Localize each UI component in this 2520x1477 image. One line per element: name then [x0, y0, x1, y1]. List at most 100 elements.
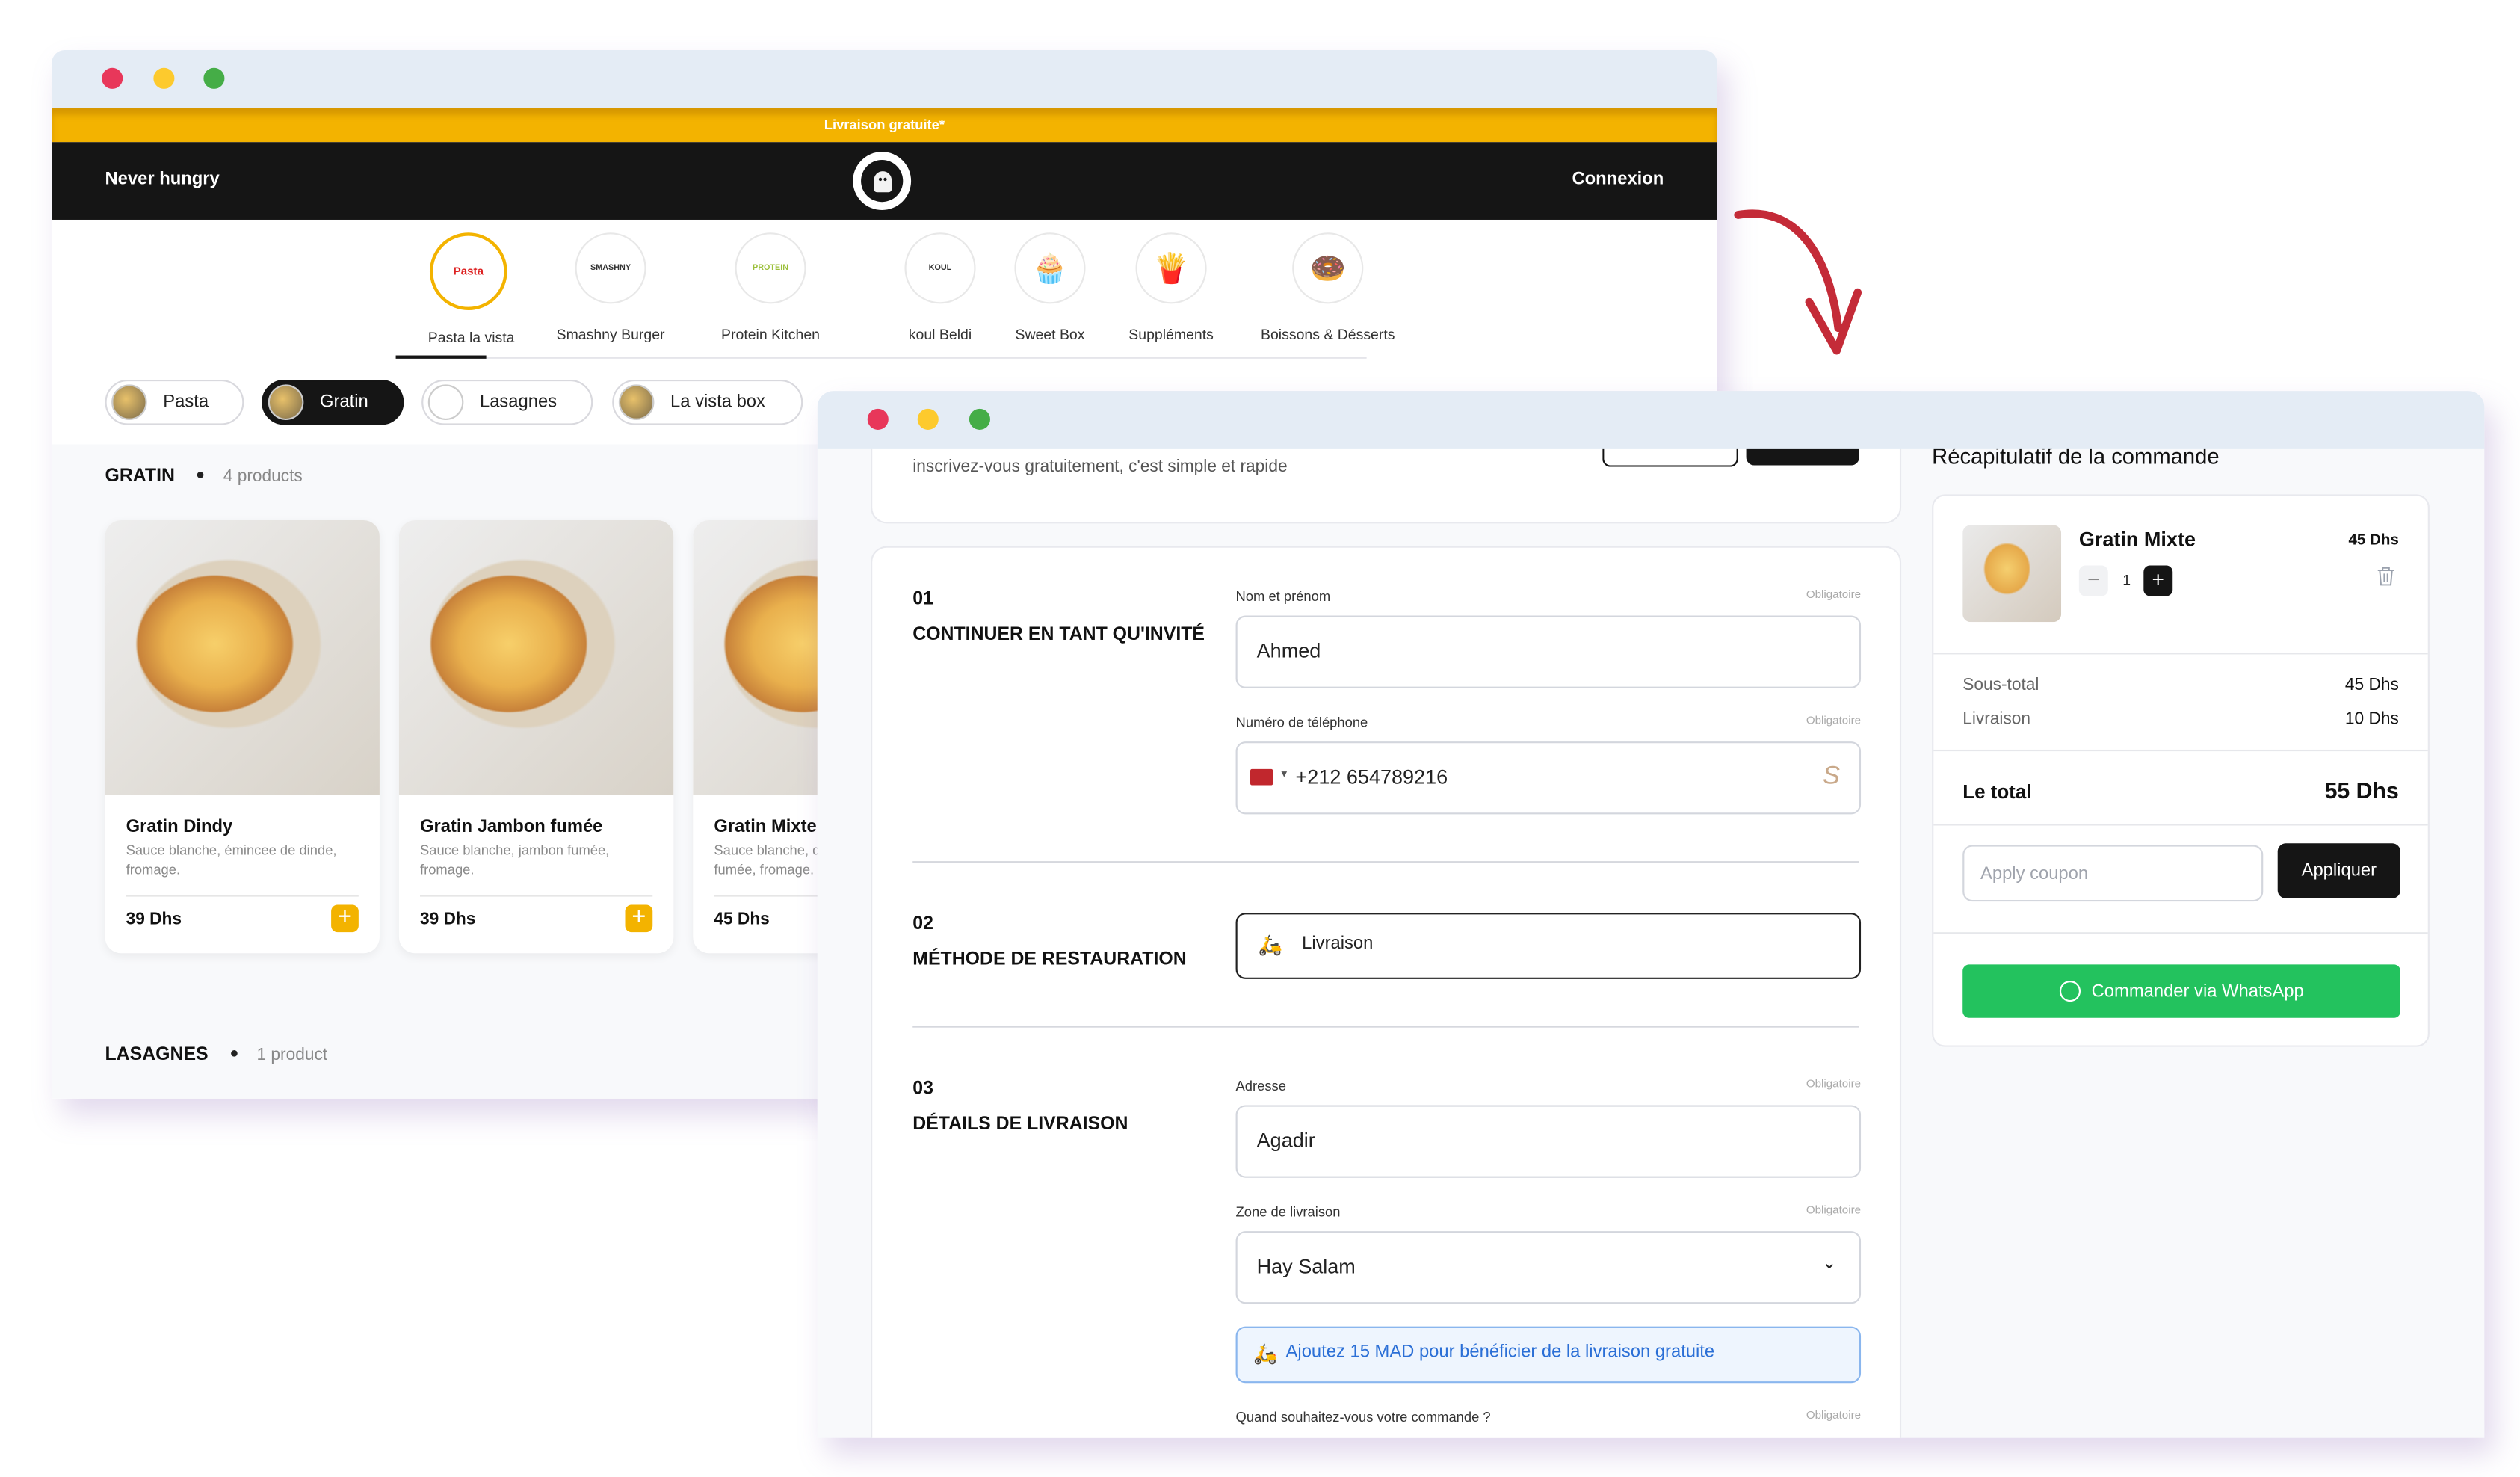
product-image: [398, 520, 674, 795]
menu-window-titlebar: [52, 50, 1717, 108]
category-thumb-icon: [618, 384, 655, 420]
subtotal-value: 45 Dhs: [2344, 675, 2399, 695]
maximize-window-button[interactable]: [969, 408, 990, 430]
zone-value: Hay Salam: [1256, 1255, 1356, 1278]
increase-quantity-button[interactable]: +: [2143, 565, 2173, 596]
product-card[interactable]: Gratin Jambon fumée Sauce blanche, jambo…: [398, 520, 674, 954]
total-value: 55 Dhs: [2324, 777, 2399, 804]
delivery-method-option[interactable]: 🛵 Livraison: [1235, 913, 1862, 979]
divider: [912, 861, 1859, 863]
trash-icon[interactable]: [2377, 566, 2396, 587]
step-number: 01: [912, 589, 933, 609]
cupcake-icon: 🧁: [1014, 232, 1086, 304]
section-title-gratin: GRATIN 4 products: [105, 467, 302, 487]
brand-logo-icon: SMASHNY: [575, 232, 646, 304]
password-manager-icon[interactable]: S: [1823, 762, 1840, 792]
field-label: Zone de livraison: [1235, 1203, 1341, 1220]
category-thumb-icon: [268, 384, 304, 420]
stage: Livraison gratuite* Never hungry Connexi…: [0, 0, 2520, 1477]
delivery-label: Livraison: [1962, 709, 2031, 729]
subtotal-label: Sous-total: [1962, 675, 2039, 695]
ghost-food-logo-icon[interactable]: [853, 152, 912, 210]
brand-tab-protein-kitchen[interactable]: PROTEIN Protein Kitchen: [706, 232, 836, 342]
product-name: Gratin Dindy: [126, 817, 233, 837]
category-thumb-icon: [111, 384, 147, 420]
free-delivery-notice: 🛵 Ajoutez 15 MAD pour bénéficier de la l…: [1235, 1326, 1862, 1384]
brand-name[interactable]: Never hungry: [105, 170, 219, 189]
whatsapp-label: Commander via WhatsApp: [2091, 981, 2304, 1002]
navbar: Never hungry Connexion: [52, 142, 1717, 220]
close-window-button[interactable]: [102, 67, 123, 89]
total-label: Le total: [1962, 780, 2032, 804]
promo-banner: Livraison gratuite*: [52, 108, 1717, 143]
required-label: Obligatoire: [1806, 1410, 1862, 1422]
product-description: Sauce blanche, jambon fumée, fromage.: [419, 842, 610, 878]
brand-tab-sweet-box[interactable]: 🧁 Sweet Box: [986, 232, 1115, 342]
morocco-flag-icon[interactable]: [1250, 768, 1273, 786]
chevron-down-icon: ⌄: [1821, 1254, 1837, 1274]
section-count: 1 product: [256, 1045, 328, 1065]
delivery-value: 10 Dhs: [2344, 709, 2399, 729]
brand-label: Protein Kitchen: [721, 326, 820, 343]
donut-drink-icon: 🍩: [1292, 232, 1364, 304]
apply-coupon-button[interactable]: Appliquer: [2277, 843, 2400, 898]
product-image: [105, 520, 380, 795]
product-card[interactable]: Gratin Dindy Sauce blanche, émincee de d…: [105, 520, 380, 954]
product-price: 39 Dhs: [126, 909, 182, 929]
category-thumb-icon: [427, 384, 464, 420]
maximize-window-button[interactable]: [203, 67, 225, 89]
step-number: 03: [912, 1079, 933, 1099]
coupon-input[interactable]: [1962, 845, 2264, 902]
add-to-cart-button[interactable]: +: [625, 904, 653, 933]
category-chip-lasagnes[interactable]: Lasagnes: [421, 379, 593, 425]
brand-tab-supplements[interactable]: 🍟 Suppléments: [1107, 232, 1236, 342]
chip-label: Gratin: [319, 392, 368, 413]
brand-label: Suppléments: [1128, 326, 1214, 343]
add-to-cart-button[interactable]: +: [331, 904, 359, 933]
step-title: DÉTAILS DE LIVRAISON: [912, 1114, 1128, 1135]
brand-tab-smashny-burger[interactable]: SMASHNY Smashny Burger: [546, 232, 676, 342]
whatsapp-icon: [2059, 981, 2081, 1002]
address-field[interactable]: Agadir: [1235, 1105, 1862, 1178]
brand-logo-icon: Pasta: [429, 232, 507, 311]
order-summary: Gratin Mixte 45 Dhs − 1 + Sous-total 45 …: [1932, 494, 2430, 1047]
category-chip-la-vista-box[interactable]: La vista box: [612, 379, 803, 425]
product-description: Sauce blanche, émincee de dinde, fromage…: [126, 842, 337, 878]
minimize-window-button[interactable]: [917, 408, 939, 430]
category-chip-gratin[interactable]: Gratin: [262, 379, 404, 425]
phone-field[interactable]: ▼ +212 654789216 S: [1235, 741, 1862, 815]
phone-value: +212 654789216: [1295, 765, 1448, 789]
cart-item-name: Gratin Mixte: [2078, 528, 2196, 552]
brand-label: Pasta la vista: [427, 329, 515, 346]
category-chip-pasta[interactable]: Pasta: [105, 379, 244, 425]
caret-down-icon[interactable]: ▼: [1279, 771, 1289, 780]
field-label: Nom et prénom: [1235, 588, 1331, 605]
delivery-zone-select[interactable]: Hay Salam ⌄: [1235, 1231, 1862, 1304]
login-link[interactable]: Connexion: [1572, 170, 1664, 189]
section-count: 4 products: [223, 466, 303, 487]
brand-tab-pasta-la-vista[interactable]: Pasta Pasta la vista: [427, 232, 515, 346]
close-window-button[interactable]: [867, 408, 889, 430]
name-field[interactable]: Ahmed: [1235, 615, 1862, 688]
order-whatsapp-button[interactable]: Commander via WhatsApp: [1962, 964, 2400, 1018]
checkout-window-titlebar: [817, 391, 2485, 449]
required-label: Obligatoire: [1806, 715, 1862, 727]
field-label: Numéro de téléphone: [1235, 714, 1368, 730]
divider: [1933, 824, 2428, 826]
brand-tab-boissons-desserts[interactable]: 🍩 Boissons & Désserts: [1247, 232, 1409, 342]
step-number: 02: [912, 914, 933, 934]
method-value: Livraison: [1302, 934, 1374, 954]
curved-arrow-icon: [1734, 209, 1862, 355]
brand-logo-icon: PROTEIN: [735, 232, 806, 304]
divider: [912, 1026, 1859, 1028]
divider: [1933, 932, 2428, 934]
active-tab-indicator: [395, 355, 487, 359]
decrease-quantity-button[interactable]: −: [2078, 565, 2108, 596]
minimize-window-button[interactable]: [153, 67, 175, 89]
brand-logo-icon: KOUL: [904, 232, 976, 304]
brand-label: Boissons & Désserts: [1261, 326, 1395, 343]
product-price: 45 Dhs: [714, 909, 770, 929]
brand-tabs: Pasta Pasta la vista SMASHNY Smashny Bur…: [399, 232, 1395, 359]
address-value: Agadir: [1256, 1129, 1315, 1153]
brand-tabs-divider: [395, 357, 1367, 359]
